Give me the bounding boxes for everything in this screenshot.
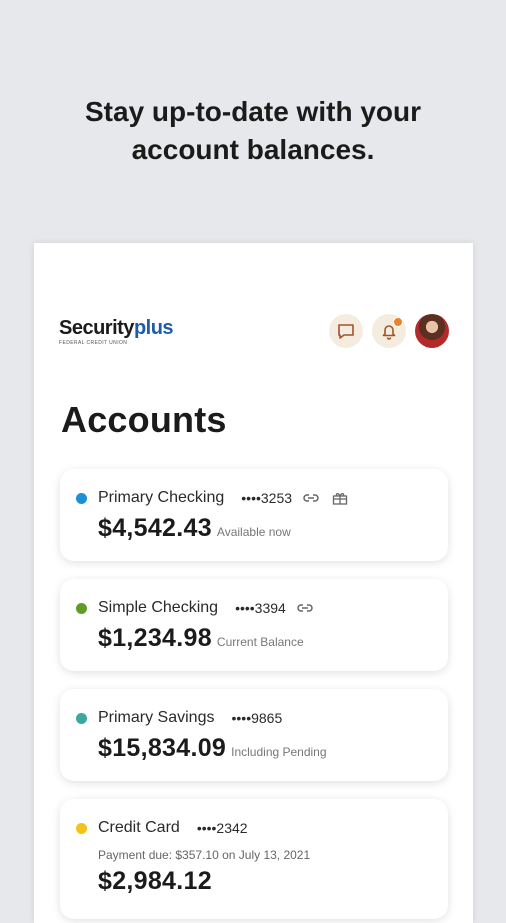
account-name: Credit Card xyxy=(98,819,180,836)
app-screen: Securityplus FEDERAL CREDIT UNION Accoun… xyxy=(34,243,473,923)
balance-label: Including Pending xyxy=(231,745,327,759)
message-button[interactable] xyxy=(329,314,363,348)
account-card-simple-checking[interactable]: Simple Checking ••••3394 $1,234.98 Curre… xyxy=(60,579,448,671)
message-icon xyxy=(338,324,354,339)
balance-label: Available now xyxy=(216,525,291,539)
account-color-dot xyxy=(76,822,87,834)
account-color-dot xyxy=(76,712,87,724)
account-number-mask: ••••3394 xyxy=(235,600,286,616)
account-balance: $15,834.09 xyxy=(98,734,227,762)
account-balance: $2,984.12 xyxy=(98,867,212,895)
account-number-mask: ••••3253 xyxy=(241,490,293,506)
account-number-mask: ••••9865 xyxy=(231,710,283,726)
account-name: Simple Checking xyxy=(98,599,219,616)
headline-line-1: Stay up-to-date with your xyxy=(85,96,421,127)
account-color-dot xyxy=(76,602,87,614)
header-actions xyxy=(329,314,449,348)
account-card-primary-savings[interactable]: Primary Savings ••••9865 $15,834.09 Incl… xyxy=(60,689,448,781)
notifications-button[interactable] xyxy=(372,314,406,348)
logo-wordmark: Securityplus xyxy=(59,317,174,339)
payment-due-text: Payment due: $357.10 on July 13, 2021 xyxy=(98,848,311,862)
account-name: Primary Checking xyxy=(98,489,225,506)
account-balance: $4,542.43 xyxy=(98,514,212,542)
logo-subtitle: FEDERAL CREDIT UNION xyxy=(59,340,128,346)
link-icon xyxy=(296,602,314,614)
promo-headline: Stay up-to-date with your account balanc… xyxy=(0,93,506,169)
headline-line-2: account balances. xyxy=(131,134,375,165)
gift-icon xyxy=(332,491,348,505)
balance-label: Current Balance xyxy=(216,635,304,649)
account-name: Primary Savings xyxy=(98,709,215,726)
notification-badge xyxy=(393,317,403,327)
page-title: Accounts xyxy=(61,399,227,440)
link-icon xyxy=(302,492,320,504)
account-card-credit-card[interactable]: Credit Card ••••2342 Payment due: $357.1… xyxy=(60,799,448,919)
account-number-mask: ••••2342 xyxy=(196,820,248,836)
account-balance: $1,234.98 xyxy=(98,624,212,652)
account-card-primary-checking[interactable]: Primary Checking ••••3253 $4,542.43 Avai… xyxy=(60,469,448,561)
avatar[interactable] xyxy=(415,314,449,348)
app-logo: Securityplus FEDERAL CREDIT UNION xyxy=(59,317,174,346)
account-color-dot xyxy=(76,492,87,504)
